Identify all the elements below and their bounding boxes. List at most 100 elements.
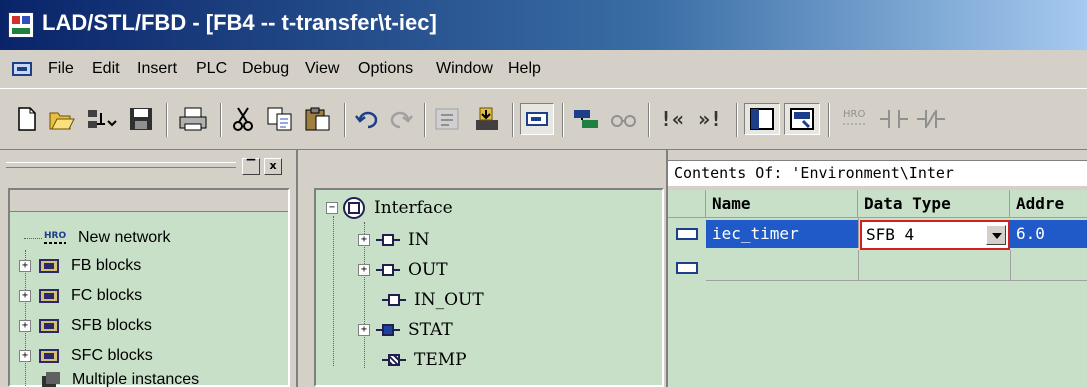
interface-pane: − Interface + IN + OUT IN_OUT + STAT TEM… <box>310 150 666 387</box>
tree-item-new-network[interactable]: HRO New network <box>24 224 171 252</box>
block-icon <box>39 347 61 365</box>
menu-bar: File Edit Insert PLC Debug View Options … <box>0 50 1087 88</box>
interface-icon <box>343 197 365 219</box>
block-icon <box>39 287 61 305</box>
menu-insert[interactable]: Insert <box>137 60 177 78</box>
tree-item-multiple-instances[interactable]: Multiple instances <box>40 370 199 387</box>
column-header-name[interactable]: Name <box>706 190 858 218</box>
expand-button[interactable]: + <box>19 260 31 272</box>
out-pin-icon <box>376 263 400 277</box>
in-out-pin-icon <box>382 293 406 307</box>
in-pin-icon <box>376 233 400 247</box>
nc-contact-icon[interactable] <box>914 103 948 135</box>
tree-label: SFB blocks <box>71 317 152 334</box>
cell-address[interactable]: 6.0 <box>1010 220 1087 248</box>
block-icon <box>39 317 61 335</box>
contact-icon[interactable] <box>876 103 912 135</box>
tree-item-fb-blocks[interactable]: + FB blocks <box>19 252 141 280</box>
interface-item-label: STAT <box>408 320 453 340</box>
open-icon[interactable] <box>46 103 78 135</box>
tree-label: FB blocks <box>71 257 142 274</box>
svg-text:HRO: HRO <box>44 231 66 241</box>
interface-tree: − Interface + IN + OUT IN_OUT + STAT TEM… <box>314 188 664 387</box>
pane-header: ▔ x <box>6 154 290 182</box>
program-elements-pane: ▔ x HRO New network + FB blocks + FC blo… <box>0 150 298 387</box>
window-title: LAD/STL/FBD - [FB4 -- t-transfer\t-iec] <box>42 10 437 35</box>
menu-debug[interactable]: Debug <box>242 60 289 78</box>
download-icon[interactable] <box>470 103 504 135</box>
tree-item-sfc-blocks[interactable]: + SFC blocks <box>19 342 153 370</box>
menu-window[interactable]: Window <box>436 60 493 78</box>
column-header-address[interactable]: Addre <box>1010 190 1087 218</box>
tree-label: Multiple instances <box>72 371 200 387</box>
interface-item-temp[interactable]: TEMP <box>376 346 467 374</box>
copy-icon[interactable] <box>264 103 296 135</box>
nav-previous-button[interactable]: !« <box>654 103 690 135</box>
tree-item-sfb-blocks[interactable]: + SFB blocks <box>19 312 152 340</box>
interface-item-out[interactable]: + OUT <box>358 256 448 284</box>
redo-icon[interactable] <box>386 103 416 135</box>
block-icon <box>39 257 61 275</box>
network-icon[interactable] <box>84 103 120 135</box>
menu-options[interactable]: Options <box>358 60 413 78</box>
interface-item-in-out[interactable]: IN_OUT <box>376 286 484 314</box>
print-icon[interactable] <box>176 103 210 135</box>
temp-pin-icon <box>382 353 406 367</box>
menu-view[interactable]: View <box>305 60 339 78</box>
interface-label: Interface <box>374 198 453 218</box>
cut-icon[interactable] <box>228 103 258 135</box>
toolbar: !« »! HRO <box>0 88 1087 150</box>
expand-button[interactable]: + <box>19 290 31 302</box>
new-icon[interactable] <box>12 103 42 135</box>
tree-item-fc-blocks[interactable]: + FC blocks <box>19 282 142 310</box>
document-menu-icon[interactable] <box>12 62 32 76</box>
svg-text:HRO: HRO <box>843 109 865 120</box>
interface-item-stat[interactable]: + STAT <box>358 316 453 344</box>
overview-icon[interactable] <box>744 103 780 135</box>
tree-label: SFC blocks <box>71 347 153 364</box>
tree-label: New network <box>78 229 171 246</box>
cell-name[interactable]: iec_timer <box>706 220 858 248</box>
stat-pin-icon <box>376 323 400 337</box>
contents-path: Contents Of: 'Environment\Inter <box>668 160 1087 186</box>
interface-item-label: IN <box>408 230 430 250</box>
expand-button[interactable]: + <box>19 320 31 332</box>
data-type-dropdown[interactable]: SFB 4 <box>860 220 1010 250</box>
restore-button[interactable]: ▔ <box>242 158 260 175</box>
compile-icon[interactable] <box>432 103 466 135</box>
app-icon <box>8 12 34 38</box>
row-icon <box>676 262 698 274</box>
menu-file[interactable]: File <box>48 60 74 78</box>
contents-pane: Contents Of: 'Environment\Inter Name Dat… <box>666 150 1087 387</box>
expand-button[interactable]: + <box>358 264 370 276</box>
glasses-icon[interactable] <box>606 103 640 135</box>
dropdown-arrow-icon[interactable] <box>986 225 1006 245</box>
menu-help[interactable]: Help <box>508 60 541 78</box>
row-header-corner <box>668 190 706 218</box>
save-icon[interactable] <box>126 103 156 135</box>
interface-item-in[interactable]: + IN <box>358 226 430 254</box>
interface-item-label: OUT <box>408 260 448 280</box>
collapse-button[interactable]: − <box>326 202 338 214</box>
detail-icon[interactable] <box>784 103 820 135</box>
expand-button[interactable]: + <box>358 234 370 246</box>
new-network-icon: HRO <box>44 231 66 244</box>
expand-button[interactable]: + <box>358 324 370 336</box>
undo-icon[interactable] <box>352 103 382 135</box>
column-header-data-type[interactable]: Data Type <box>858 190 1010 218</box>
online-icon[interactable] <box>570 103 604 135</box>
data-type-value[interactable]: SFB 4 <box>866 224 914 246</box>
interface-root[interactable]: − Interface <box>326 194 453 222</box>
nav-next-button[interactable]: »! <box>692 103 728 135</box>
expand-button[interactable]: + <box>19 350 31 362</box>
title-bar: LAD/STL/FBD - [FB4 -- t-transfer\t-iec] <box>0 0 1087 50</box>
program-elements-tree: HRO New network + FB blocks + FC blocks … <box>8 188 290 387</box>
menu-plc[interactable]: PLC <box>196 60 227 78</box>
new-network-icon[interactable]: HRO <box>836 103 872 135</box>
close-button[interactable]: x <box>264 158 282 175</box>
menu-edit[interactable]: Edit <box>92 60 120 78</box>
row-icon <box>676 228 698 240</box>
interface-icon[interactable] <box>520 103 554 135</box>
tree-label: FC blocks <box>71 287 143 304</box>
paste-icon[interactable] <box>302 103 334 135</box>
